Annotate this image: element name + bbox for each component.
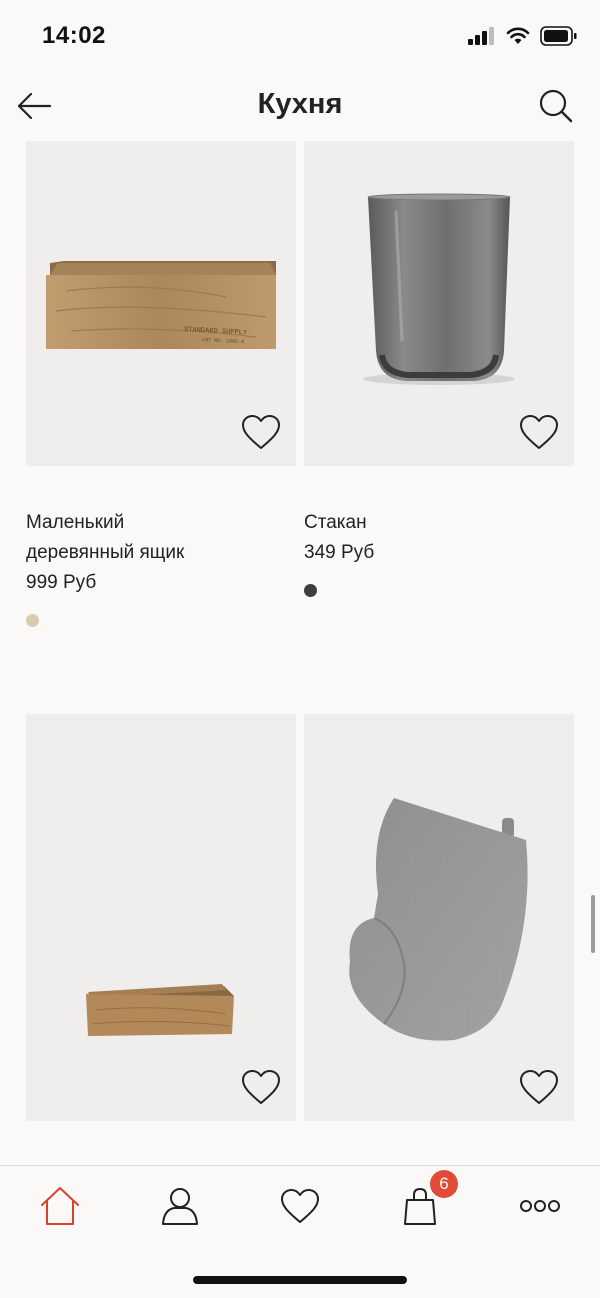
search-icon xyxy=(539,89,573,123)
cart-count-badge: 6 xyxy=(430,1170,458,1198)
wooden-tray-image xyxy=(86,984,234,1036)
tab-profile[interactable] xyxy=(158,1184,202,1228)
tab-home[interactable] xyxy=(38,1184,82,1228)
product-name: Маленький xyxy=(26,512,125,533)
product-image-oven-mitt[interactable] xyxy=(304,714,574,1121)
product-image-wooden-tray[interactable] xyxy=(26,714,296,1121)
product-price: 999 Руб xyxy=(26,572,97,593)
product-price: 349 Руб xyxy=(304,542,375,563)
product-info[interactable]: Стакан 349 Руб xyxy=(304,508,574,597)
heart-icon xyxy=(242,415,280,449)
heart-icon xyxy=(520,1070,558,1104)
tab-bag[interactable]: 6 xyxy=(398,1170,458,1228)
scrollbar[interactable] xyxy=(591,895,595,953)
favorites-icon xyxy=(281,1189,319,1223)
profile-icon xyxy=(162,1188,198,1225)
more-icon xyxy=(520,1200,560,1212)
battery-icon xyxy=(540,26,577,46)
search-button[interactable] xyxy=(536,86,576,126)
tab-more[interactable] xyxy=(518,1184,562,1228)
product-name: Стакан xyxy=(304,512,367,533)
status-bar: 14:02 xyxy=(0,0,600,74)
oven-mitt-image xyxy=(349,798,528,1041)
page-title: Кухня xyxy=(257,88,343,120)
home-indicator[interactable] xyxy=(193,1276,407,1284)
product-image-wooden-box[interactable]: STANDARD SUPPLY LOT NO. 1005-A xyxy=(26,141,296,466)
wifi-icon xyxy=(506,27,530,44)
product-image-glass[interactable] xyxy=(304,141,574,466)
favorite-button[interactable] xyxy=(240,1067,282,1107)
app-header: Кухня xyxy=(0,74,600,140)
favorite-button[interactable] xyxy=(518,412,560,452)
home-icon xyxy=(41,1187,79,1225)
status-icons xyxy=(468,26,578,46)
favorite-button[interactable] xyxy=(240,412,282,452)
color-swatch[interactable] xyxy=(26,614,39,627)
color-swatch[interactable] xyxy=(304,584,317,597)
heart-icon xyxy=(520,415,558,449)
tab-favorites[interactable] xyxy=(278,1184,322,1228)
status-time: 14:02 xyxy=(42,22,106,49)
product-name: деревянный ящик xyxy=(26,542,185,563)
heart-icon xyxy=(242,1070,280,1104)
favorite-button[interactable] xyxy=(518,1067,560,1107)
product-info[interactable]: Маленький деревянный ящик 999 Руб xyxy=(26,508,296,627)
cellular-signal-icon xyxy=(468,27,494,45)
